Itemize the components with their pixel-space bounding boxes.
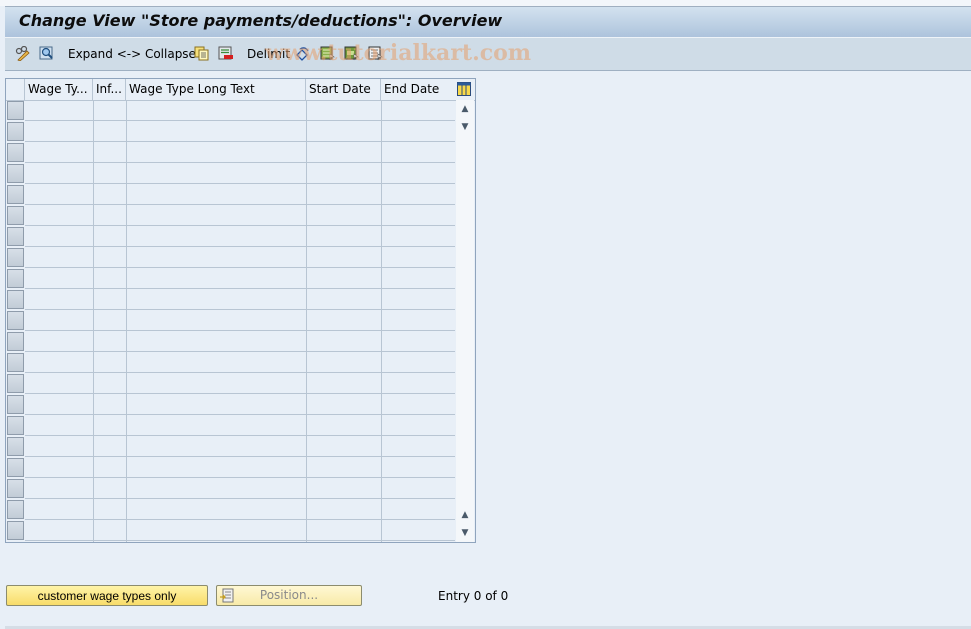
table-row[interactable] [25,331,455,352]
row-selector[interactable] [7,164,24,183]
delete-row-icon[interactable] [218,46,233,61]
table-row[interactable] [25,205,455,226]
column-header-wage-type[interactable]: Wage Ty... [25,79,93,100]
row-selector[interactable] [7,290,24,309]
deselect-all-icon[interactable] [368,46,383,61]
table-row[interactable] [25,499,455,520]
delimit-button[interactable]: Delimit [247,47,290,61]
scroll-up-button[interactable]: ▲ [456,506,474,524]
column-header-start-date[interactable]: Start Date [306,79,381,100]
column-divider [126,100,127,542]
scroll-page-up-button[interactable]: ▲ [456,100,474,118]
row-selector[interactable] [7,416,24,435]
row-selector[interactable] [7,311,24,330]
table-row[interactable] [25,142,455,163]
select-all-icon[interactable] [320,46,335,61]
scroll-down-button[interactable]: ▼ [456,524,474,542]
row-selector[interactable] [7,206,24,225]
row-selector[interactable] [7,353,24,372]
search-details-icon[interactable] [39,46,54,61]
row-selector[interactable] [7,143,24,162]
select-all-rows-cell[interactable] [6,79,25,100]
table-row[interactable] [25,436,455,457]
row-selector[interactable] [7,458,24,477]
row-selector[interactable] [7,479,24,498]
column-divider [93,100,94,542]
column-header-long-text[interactable]: Wage Type Long Text [126,79,306,100]
row-selector[interactable] [7,521,24,540]
row-selector[interactable] [7,269,24,288]
position-button-label: Position... [259,588,319,602]
table-row[interactable] [25,520,455,541]
row-selector[interactable] [7,122,24,141]
position-icon [220,588,234,603]
column-divider [381,100,382,542]
row-selector[interactable] [7,437,24,456]
table-row[interactable] [25,352,455,373]
column-divider [306,100,307,542]
row-selector[interactable] [7,185,24,204]
table-row[interactable] [25,457,455,478]
column-header-infotype[interactable]: Inf... [93,79,126,100]
scroll-page-down-button[interactable]: ▼ [456,118,474,136]
table-row[interactable] [25,310,455,331]
table-row[interactable] [25,415,455,436]
copy-icon[interactable] [194,46,209,61]
row-selector[interactable] [7,374,24,393]
table-header: Wage Ty... Inf... Wage Type Long Text St… [6,79,475,101]
table-row[interactable] [25,184,455,205]
row-selector[interactable] [7,332,24,351]
table-row[interactable] [25,289,455,310]
row-selector[interactable] [7,248,24,267]
table-control: Wage Ty... Inf... Wage Type Long Text St… [5,78,476,543]
entry-counter: Entry 0 of 0 [438,589,509,603]
title-bar: Change View "Store payments/deductions":… [5,6,971,37]
application-toolbar: Expand <-> Collapse Delimit www.tutorial… [5,37,971,71]
table-row[interactable] [25,163,455,184]
position-button[interactable]: Position... [216,585,362,606]
table-row[interactable] [25,100,455,121]
row-selector[interactable] [7,500,24,519]
customer-wage-types-only-button[interactable]: customer wage types only [6,585,208,606]
table-row[interactable] [25,394,455,415]
table-row[interactable] [25,226,455,247]
edit-glasses-pencil-icon[interactable] [15,46,30,61]
table-row[interactable] [25,478,455,499]
row-selector[interactable] [7,227,24,246]
table-row[interactable] [25,268,455,289]
table-row[interactable] [25,121,455,142]
page-title: Change View "Store payments/deductions":… [19,11,503,30]
expand-collapse-button[interactable]: Expand <-> Collapse [68,47,196,61]
row-selector[interactable] [7,101,24,120]
vertical-scrollbar[interactable]: ▲ ▼ ▲ ▼ [456,100,474,542]
undo-change-icon[interactable] [295,46,310,61]
table-settings-icon[interactable] [457,82,471,96]
column-header-end-date[interactable]: End Date [381,79,456,100]
row-selector[interactable] [7,395,24,414]
select-block-icon[interactable] [344,46,359,61]
table-row[interactable] [25,373,455,394]
table-row[interactable] [25,247,455,268]
